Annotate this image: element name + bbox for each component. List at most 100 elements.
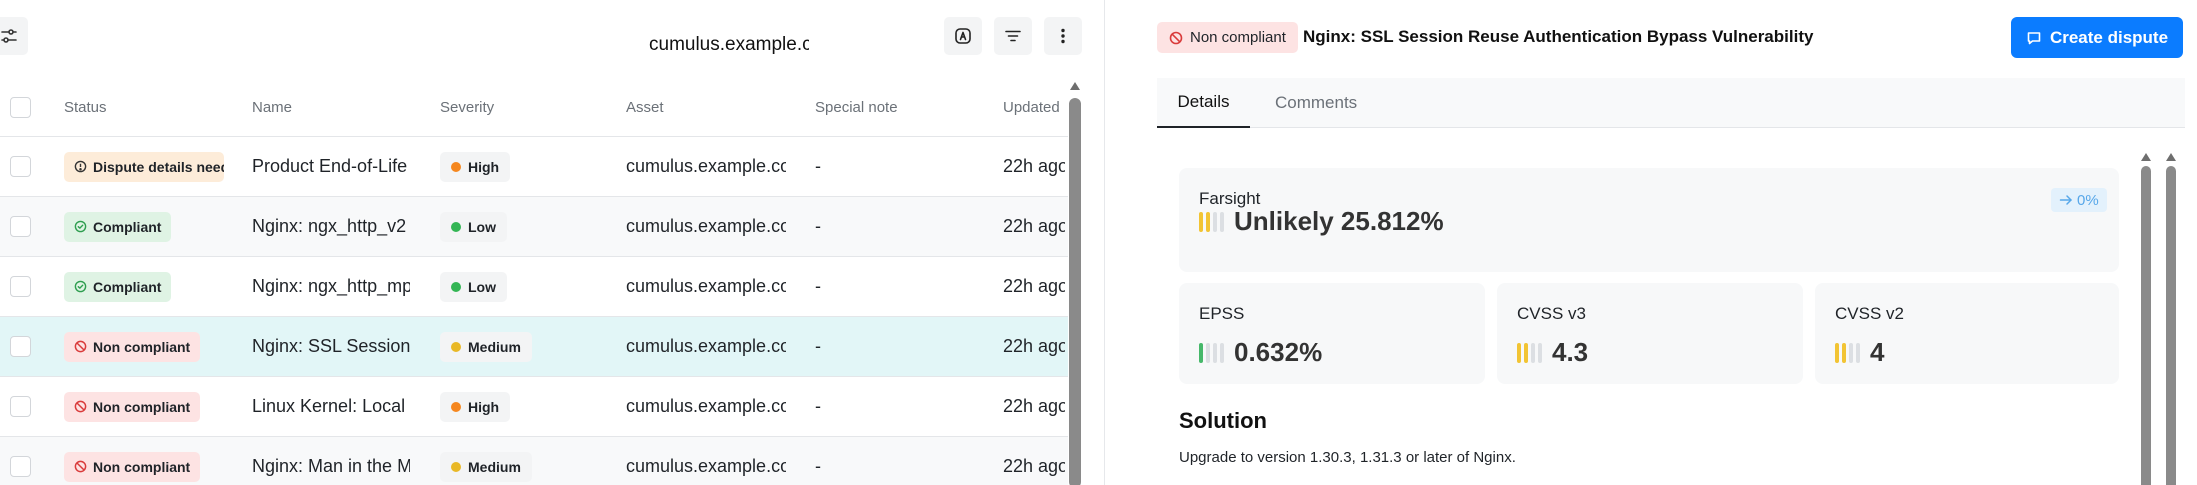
arrow-right-icon <box>2059 195 2072 205</box>
more-options-button[interactable] <box>1044 17 1082 55</box>
cvss-v3-bars <box>1517 342 1542 363</box>
prohibited-icon <box>74 460 87 473</box>
column-header-special-note[interactable]: Special note <box>815 78 975 136</box>
status-badge: Compliant <box>64 271 172 302</box>
level-bar <box>1531 342 1535 363</box>
asset-cell[interactable]: cumulus.example.com <box>626 377 786 436</box>
tab-comments[interactable]: Comments <box>1275 78 1357 128</box>
asset-cell[interactable]: cumulus.example.com <box>626 137 786 196</box>
scroll-up-arrow-icon[interactable] <box>1070 82 1080 90</box>
finding-name[interactable]: Linux Kernel: Local <box>252 377 410 436</box>
severity-dot-icon <box>451 161 461 172</box>
severity-badge: Medium <box>440 451 532 482</box>
row-checkbox[interactable] <box>10 336 31 357</box>
updated-cell: 22h ago <box>1003 156 1065 176</box>
farsight-value-row: Unlikely 25.812% <box>1199 206 1444 237</box>
status-cell: Non compliant <box>64 437 224 485</box>
page-scrollbar[interactable] <box>2164 153 2178 485</box>
status-cell: Non compliant <box>64 377 224 436</box>
row-select-cell <box>10 377 32 436</box>
badge-a-icon <box>955 28 971 44</box>
special-note-cell: - <box>815 216 821 236</box>
row-checkbox[interactable] <box>10 456 31 477</box>
select-all-checkbox[interactable] <box>10 96 31 118</box>
detail-content: Farsight 0% Unlikely 25.812% EPSS 0.632%… <box>1157 128 2185 485</box>
status-badge: Non compliant <box>64 391 201 422</box>
detail-status-badge: Non compliant <box>1157 22 1298 53</box>
severity-cell: Medium <box>440 317 600 376</box>
finding-name[interactable]: Nginx: ngx_http_v2 <box>252 197 410 256</box>
finding-name[interactable]: Nginx: Man in the M <box>252 437 410 485</box>
filter-button[interactable] <box>994 17 1032 55</box>
tab-details[interactable]: Details <box>1157 78 1250 128</box>
asset-badge-button[interactable] <box>944 17 982 55</box>
column-header-name[interactable]: Name <box>252 78 410 136</box>
detail-status-label: Non compliant <box>1190 29 1286 46</box>
finding-name[interactable]: Product End-of-Life <box>252 137 410 196</box>
cvss-v3-value: 4.3 <box>1552 337 1589 367</box>
status-cell: Non compliant <box>64 317 224 376</box>
detail-header: Non compliant Nginx: SSL Session Reuse A… <box>1105 0 2197 78</box>
scroll-up-arrow-icon[interactable] <box>2166 153 2176 161</box>
column-header-updated[interactable]: Updated <box>1003 78 1065 136</box>
epss-bars <box>1199 342 1224 363</box>
scroll-up-arrow-icon[interactable] <box>2141 153 2151 161</box>
table-row[interactable]: Non compliant Linux Kernel: Local High cumu… <box>0 377 1068 437</box>
detail-scrollbar[interactable] <box>2139 153 2153 485</box>
table-row[interactable]: Compliant Nginx: ngx_http_mp Low cumulus.ex… <box>0 257 1068 317</box>
severity-label: High <box>468 158 500 175</box>
scrollbar-thumb[interactable] <box>1069 98 1081 485</box>
column-header-asset[interactable]: Asset <box>626 78 786 136</box>
severity-badge: Low <box>440 211 507 242</box>
list-scrollbar[interactable] <box>1068 82 1082 485</box>
row-checkbox[interactable] <box>10 156 31 177</box>
special-note-cell: - <box>815 336 821 356</box>
severity-label: Low <box>468 278 496 295</box>
detail-tabs: Details Comments <box>1157 78 2185 128</box>
status-label: Non compliant <box>93 458 191 475</box>
finding-name[interactable]: Nginx: ngx_http_mp <box>252 257 410 316</box>
prohibited-icon <box>1169 31 1183 44</box>
table-row[interactable]: Non compliant Nginx: SSL Session Medium cum… <box>0 317 1068 377</box>
epss-label: EPSS <box>1199 304 1245 323</box>
severity-cell: High <box>440 137 600 196</box>
column-settings-button[interactable] <box>0 17 28 55</box>
row-checkbox[interactable] <box>10 276 31 297</box>
findings-table: Status Name Severity Asset Special note … <box>0 78 1068 485</box>
row-checkbox[interactable] <box>10 216 31 237</box>
row-select-cell <box>10 137 32 196</box>
farsight-trend-value: 0% <box>2077 191 2099 209</box>
table-header: Status Name Severity Asset Special note … <box>0 78 1068 137</box>
column-header-status[interactable]: Status <box>64 78 224 136</box>
severity-dot-icon <box>451 281 461 292</box>
cvss-v3-value-row: 4.3 <box>1517 337 1588 368</box>
level-bar <box>1199 211 1203 232</box>
prohibited-icon <box>74 340 87 353</box>
cvss-v2-card: CVSS v2 4 <box>1815 283 2119 384</box>
asset-cell[interactable]: cumulus.example.com <box>626 197 786 256</box>
asset-cell[interactable]: cumulus.example.com <box>626 437 786 485</box>
row-checkbox[interactable] <box>10 396 31 417</box>
finding-name[interactable]: Nginx: SSL Session <box>252 317 410 376</box>
asset-cell[interactable]: cumulus.example.com <box>626 257 786 316</box>
cvss-v2-label: CVSS v2 <box>1835 304 1904 323</box>
table-row[interactable]: Compliant Nginx: ngx_http_v2 Low cumulus.ex… <box>0 197 1068 257</box>
epss-value: 0.632% <box>1234 337 1323 367</box>
row-select-cell <box>10 197 32 256</box>
severity-badge: Medium <box>440 331 532 362</box>
table-row[interactable]: Non compliant Nginx: Man in the M Medium cu… <box>0 437 1068 485</box>
column-header-severity[interactable]: Severity <box>440 78 600 136</box>
cvss-v2-value: 4 <box>1870 337 1885 367</box>
severity-cell: Low <box>440 257 600 316</box>
status-label: Compliant <box>93 218 162 235</box>
updated-cell: 22h ago <box>1003 336 1065 356</box>
table-row[interactable]: Dispute details needed Product End-of-Lif… <box>0 137 1068 197</box>
scrollbar-thumb[interactable] <box>2166 166 2176 485</box>
check-circle-icon <box>74 280 87 293</box>
level-bar <box>1849 342 1853 363</box>
severity-cell: High <box>440 377 600 436</box>
severity-badge: Low <box>440 271 507 302</box>
create-dispute-button[interactable]: Create dispute <box>2011 17 2183 58</box>
scrollbar-thumb[interactable] <box>2141 166 2151 485</box>
asset-cell[interactable]: cumulus.example.com <box>626 317 786 376</box>
